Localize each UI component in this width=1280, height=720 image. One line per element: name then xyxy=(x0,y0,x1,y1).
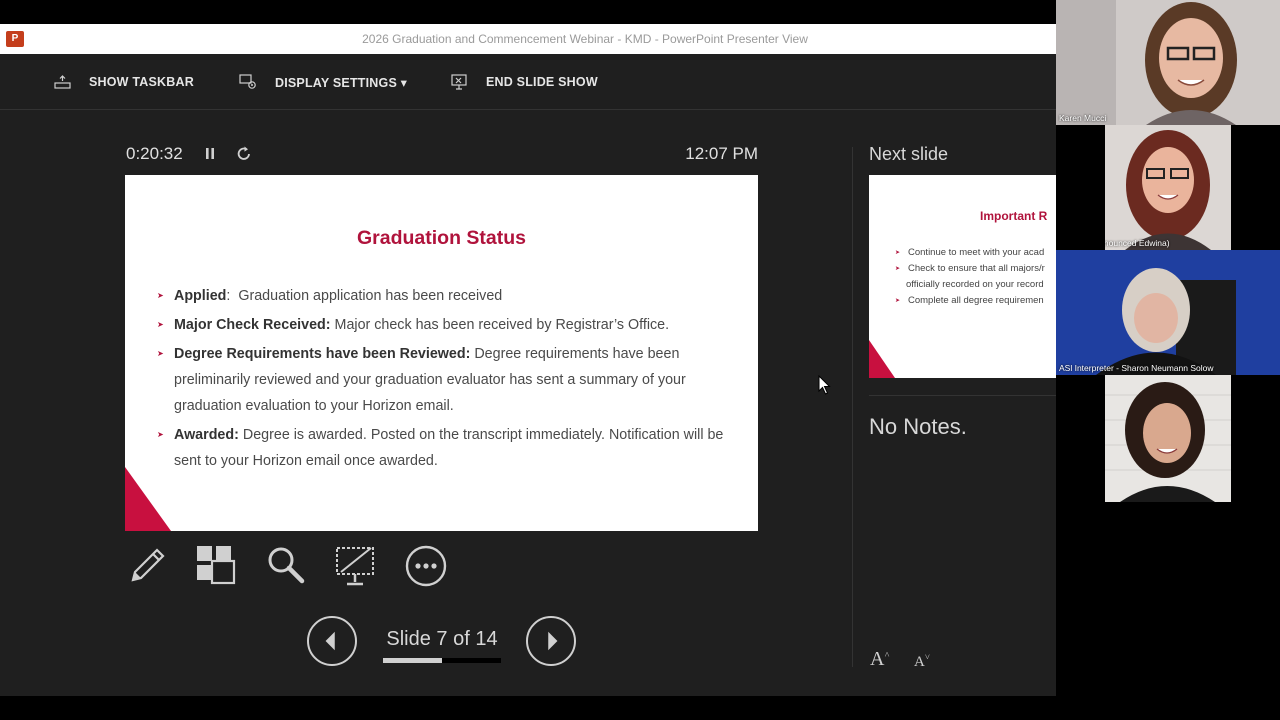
participant-video-3[interactable]: ASl Interpreter - Sharon Neumann Solow xyxy=(1056,250,1280,375)
next-slide-bullets: Continue to meet with your acad Check to… xyxy=(895,245,1056,309)
participant-video-feed xyxy=(1056,250,1280,375)
display-settings-icon xyxy=(239,74,256,89)
slide-bullet: Major Check Received: Major check has be… xyxy=(157,312,737,338)
end-slide-show-button[interactable]: END SLIDE SHOW xyxy=(451,70,598,94)
presenter-toolbar: SHOW TASKBAR DISPLAY SETTINGS ▾ END SLID… xyxy=(0,54,1056,110)
increase-font-icon[interactable]: A˄ xyxy=(870,648,890,671)
more-options-icon[interactable] xyxy=(404,544,448,588)
next-slide-bullet: Check to ensure that all majors/r xyxy=(895,261,1056,277)
slide-bullet: Awarded: Degree is awarded. Posted on th… xyxy=(157,422,737,474)
next-slide-corner-decoration xyxy=(869,340,895,378)
next-slide-title: Important R xyxy=(980,209,1048,223)
slide-title: Graduation Status xyxy=(356,227,527,249)
toolbar-divider xyxy=(0,109,1056,110)
see-all-slides-icon[interactable] xyxy=(193,544,237,588)
black-screen-icon[interactable] xyxy=(333,544,377,588)
next-slide-bullet: Continue to meet with your acad xyxy=(895,245,1056,261)
next-slide-label: Next slide xyxy=(869,144,949,164)
elapsed-timer: 0:20:32 xyxy=(126,144,183,163)
participant-video-2[interactable]: Eduina (Pronounced Edwina) xyxy=(1105,125,1231,250)
next-slide-button[interactable] xyxy=(526,616,576,666)
display-settings-button[interactable]: DISPLAY SETTINGS ▾ xyxy=(239,70,407,94)
next-slide-bullet: officially recorded on your record xyxy=(906,279,1044,290)
slide-navigation: Slide 7 of 14 xyxy=(307,616,577,668)
taskbar-icon xyxy=(54,75,71,89)
participant-video-4[interactable] xyxy=(1105,375,1231,502)
participant-video-feed xyxy=(1105,125,1231,250)
presenter-view-window: P 2026 Graduation and Commencement Webin… xyxy=(0,24,1056,696)
next-slide-preview[interactable]: Important R Continue to meet with your a… xyxy=(869,175,1056,378)
end-slideshow-icon xyxy=(451,74,467,90)
speaker-notes: No Notes. xyxy=(869,414,967,439)
window-title: 2026 Graduation and Commencement Webinar… xyxy=(362,32,808,46)
participant-video-feed xyxy=(1105,375,1231,502)
title-bar: P 2026 Graduation and Commencement Webin… xyxy=(0,24,1056,54)
reset-timer-icon[interactable] xyxy=(234,144,254,164)
participant-name: Karen Mucci xyxy=(1059,113,1107,123)
slide-progress-bar xyxy=(383,658,501,663)
show-taskbar-label: SHOW TASKBAR xyxy=(89,75,194,89)
pen-icon[interactable] xyxy=(125,544,169,588)
display-settings-label: DISPLAY SETTINGS ▾ xyxy=(275,75,408,90)
slide-bullet: Degree Requirements have been Reviewed: … xyxy=(157,341,737,419)
slide-counter[interactable]: Slide 7 of 14 xyxy=(383,628,501,651)
participant-video-1[interactable]: Karen Mucci xyxy=(1056,0,1280,125)
end-slide-show-label: END SLIDE SHOW xyxy=(486,75,598,89)
notes-divider xyxy=(869,395,1056,396)
slide-bullets: Applied: Graduation application has been… xyxy=(157,283,737,477)
presenter-tools xyxy=(125,544,465,590)
slide-corner-decoration xyxy=(125,467,171,531)
participant-video-feed xyxy=(1056,0,1280,125)
mouse-cursor-icon xyxy=(818,375,831,395)
current-time: 12:07 PM xyxy=(685,144,758,163)
zoom-icon[interactable] xyxy=(264,544,308,588)
slide-bullet: Applied: Graduation application has been… xyxy=(157,283,737,309)
pause-timer-icon[interactable] xyxy=(200,144,220,164)
current-slide: Graduation Status Applied: Graduation ap… xyxy=(125,175,758,531)
slide-progress-fill xyxy=(383,658,442,663)
show-taskbar-button[interactable]: SHOW TASKBAR xyxy=(54,70,194,94)
panel-divider xyxy=(852,147,853,667)
participant-name: Eduina (Pronounced Edwina) xyxy=(1105,238,1170,248)
decrease-font-icon[interactable]: A˅ xyxy=(914,652,930,671)
participant-name: ASl Interpreter - Sharon Neumann Solow xyxy=(1059,363,1214,373)
previous-slide-button[interactable] xyxy=(307,616,357,666)
next-slide-bullet: Complete all degree requiremen xyxy=(895,293,1056,309)
